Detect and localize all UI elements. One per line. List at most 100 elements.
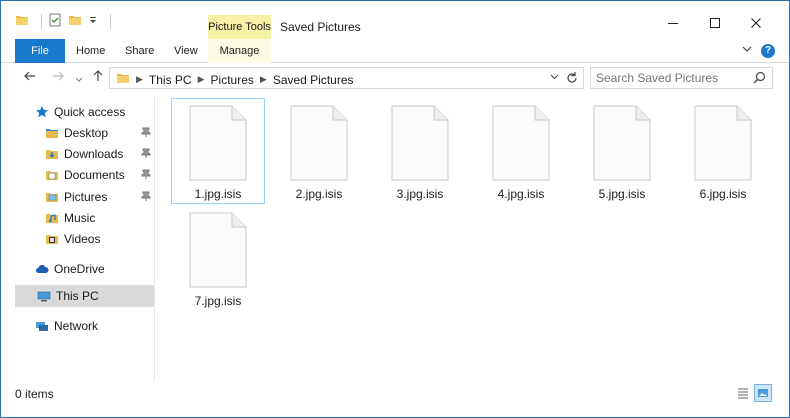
address-bar[interactable]: ▶ This PC ▶ Pictures ▶ Saved Pictures <box>109 67 584 89</box>
address-dropdown-button[interactable] <box>550 72 559 83</box>
ribbon-controls: ? <box>741 43 775 58</box>
pictures-folder-icon <box>46 193 58 202</box>
help-button[interactable]: ? <box>761 43 775 58</box>
minimize-button[interactable] <box>663 13 683 33</box>
cloud-icon <box>36 265 49 273</box>
pin-icon[interactable] <box>141 191 151 201</box>
forward-button[interactable] <box>51 69 65 86</box>
sidebar-item-onedrive[interactable]: OneDrive <box>35 258 155 280</box>
sidebar-item-this-pc[interactable]: This PC <box>15 285 155 307</box>
status-item-count: 0 items <box>15 387 54 401</box>
videos-folder-icon <box>46 235 58 244</box>
navigation-row: ▶ This PC ▶ Pictures ▶ Saved Pictures <box>1 63 789 91</box>
file-name: 6.jpg.isis <box>699 187 747 201</box>
properties-icon[interactable] <box>48 13 62 30</box>
breadcrumb-this-pc[interactable]: This PC <box>149 73 192 87</box>
sidebar-item-network[interactable]: Network <box>35 315 155 337</box>
breadcrumb-saved-pictures[interactable]: Saved Pictures <box>273 73 354 87</box>
expand-ribbon-button[interactable] <box>741 43 753 58</box>
file-name: 1.jpg.isis <box>194 187 242 201</box>
pin-icon[interactable] <box>141 169 151 179</box>
chevron-right-icon[interactable]: ▶ <box>136 74 143 85</box>
large-icons-view-icon <box>758 389 768 397</box>
blank-file-icon <box>694 105 752 181</box>
sidebar-item-music[interactable]: Music <box>45 207 155 229</box>
maximize-button[interactable] <box>705 13 725 33</box>
sidebar-item-quick-access[interactable]: Quick access <box>35 101 155 123</box>
file-item[interactable]: 7.jpg.isis <box>171 205 265 311</box>
search-input[interactable] <box>591 68 746 88</box>
picture-tools-context-label: Picture Tools <box>208 15 271 39</box>
sidebar-item-videos[interactable]: Videos <box>45 228 155 250</box>
sidebar-item-label: This PC <box>56 289 99 303</box>
file-item[interactable]: 3.jpg.isis <box>373 98 467 204</box>
file-name: 5.jpg.isis <box>598 187 646 201</box>
file-item[interactable]: 4.jpg.isis <box>474 98 568 204</box>
file-item[interactable]: 2.jpg.isis <box>272 98 366 204</box>
sidebar-item-desktop[interactable]: Desktop <box>45 122 155 144</box>
sidebar-item-label: Quick access <box>54 105 126 119</box>
sidebar-item-label: Music <box>64 211 96 225</box>
blank-file-icon <box>189 105 247 181</box>
details-view-button[interactable] <box>734 384 752 402</box>
sidebar-item-label: Network <box>54 319 99 333</box>
sidebar-item-pictures[interactable]: Pictures <box>45 186 155 208</box>
breadcrumb-pictures[interactable]: Pictures <box>211 73 254 87</box>
file-item[interactable]: 1.jpg.isis <box>171 98 265 204</box>
folder-icon <box>15 13 29 30</box>
music-folder-icon <box>46 214 58 223</box>
file-item[interactable]: 6.jpg.isis <box>676 98 770 204</box>
arrow-up-icon <box>93 70 103 81</box>
up-button[interactable] <box>91 69 105 86</box>
close-icon <box>751 18 761 28</box>
blank-file-icon <box>593 105 651 181</box>
file-item[interactable]: 5.jpg.isis <box>575 98 669 204</box>
sidebar-item-label: Desktop <box>64 126 109 140</box>
file-name: 3.jpg.isis <box>396 187 444 201</box>
search-box[interactable] <box>590 67 773 89</box>
refresh-button[interactable] <box>565 69 579 90</box>
tab-home[interactable]: Home <box>76 39 105 63</box>
arrow-right-icon <box>53 71 64 81</box>
sidebar-item-label: OneDrive <box>54 262 105 276</box>
blank-file-icon <box>189 212 247 288</box>
new-folder-icon[interactable] <box>68 13 82 30</box>
maximize-icon <box>710 18 720 28</box>
back-button[interactable] <box>23 69 37 86</box>
search-icon[interactable] <box>753 71 766 87</box>
pane-divider[interactable] <box>154 97 155 382</box>
tab-share[interactable]: Share <box>125 39 154 63</box>
file-view: 1.jpg.isis 2.jpg.isis 3.jpg.isis 4.jpg.i… <box>159 91 779 381</box>
chevron-right-icon[interactable]: ▶ <box>198 74 205 85</box>
file-name: 7.jpg.isis <box>194 294 242 308</box>
chevron-down-icon <box>742 46 752 52</box>
file-name: 4.jpg.isis <box>497 187 545 201</box>
tab-file[interactable]: File <box>15 39 65 63</box>
folder-icon <box>46 129 58 138</box>
arrow-left-icon <box>24 71 35 81</box>
ribbon-tabs: File Home Share View Manage ? <box>1 39 789 63</box>
chevron-down-icon <box>75 77 83 82</box>
refresh-icon <box>567 72 577 83</box>
quick-access-toolbar <box>15 13 111 30</box>
chevron-right-icon[interactable]: ▶ <box>260 74 267 85</box>
blank-file-icon <box>290 105 348 181</box>
documents-folder-icon <box>46 171 58 180</box>
window-title: Saved Pictures <box>280 20 361 34</box>
pin-icon[interactable] <box>141 127 151 137</box>
sidebar-item-documents[interactable]: Documents <box>45 164 155 186</box>
sidebar-item-downloads[interactable]: Downloads <box>45 143 155 165</box>
network-icon <box>36 322 48 331</box>
close-button[interactable] <box>746 13 766 33</box>
large-icons-view-button[interactable] <box>754 384 772 402</box>
minimize-icon <box>668 23 678 24</box>
customize-qat-icon[interactable] <box>88 13 98 30</box>
sidebar-item-label: Documents <box>64 168 125 182</box>
breadcrumb: ▶ This PC ▶ Pictures ▶ Saved Pictures <box>116 71 354 88</box>
star-icon <box>36 106 48 118</box>
pin-icon[interactable] <box>141 148 151 158</box>
tab-view[interactable]: View <box>174 39 198 63</box>
qat-separator <box>110 13 111 30</box>
tab-manage[interactable]: Manage <box>208 39 271 63</box>
recent-locations-button[interactable] <box>75 72 83 87</box>
